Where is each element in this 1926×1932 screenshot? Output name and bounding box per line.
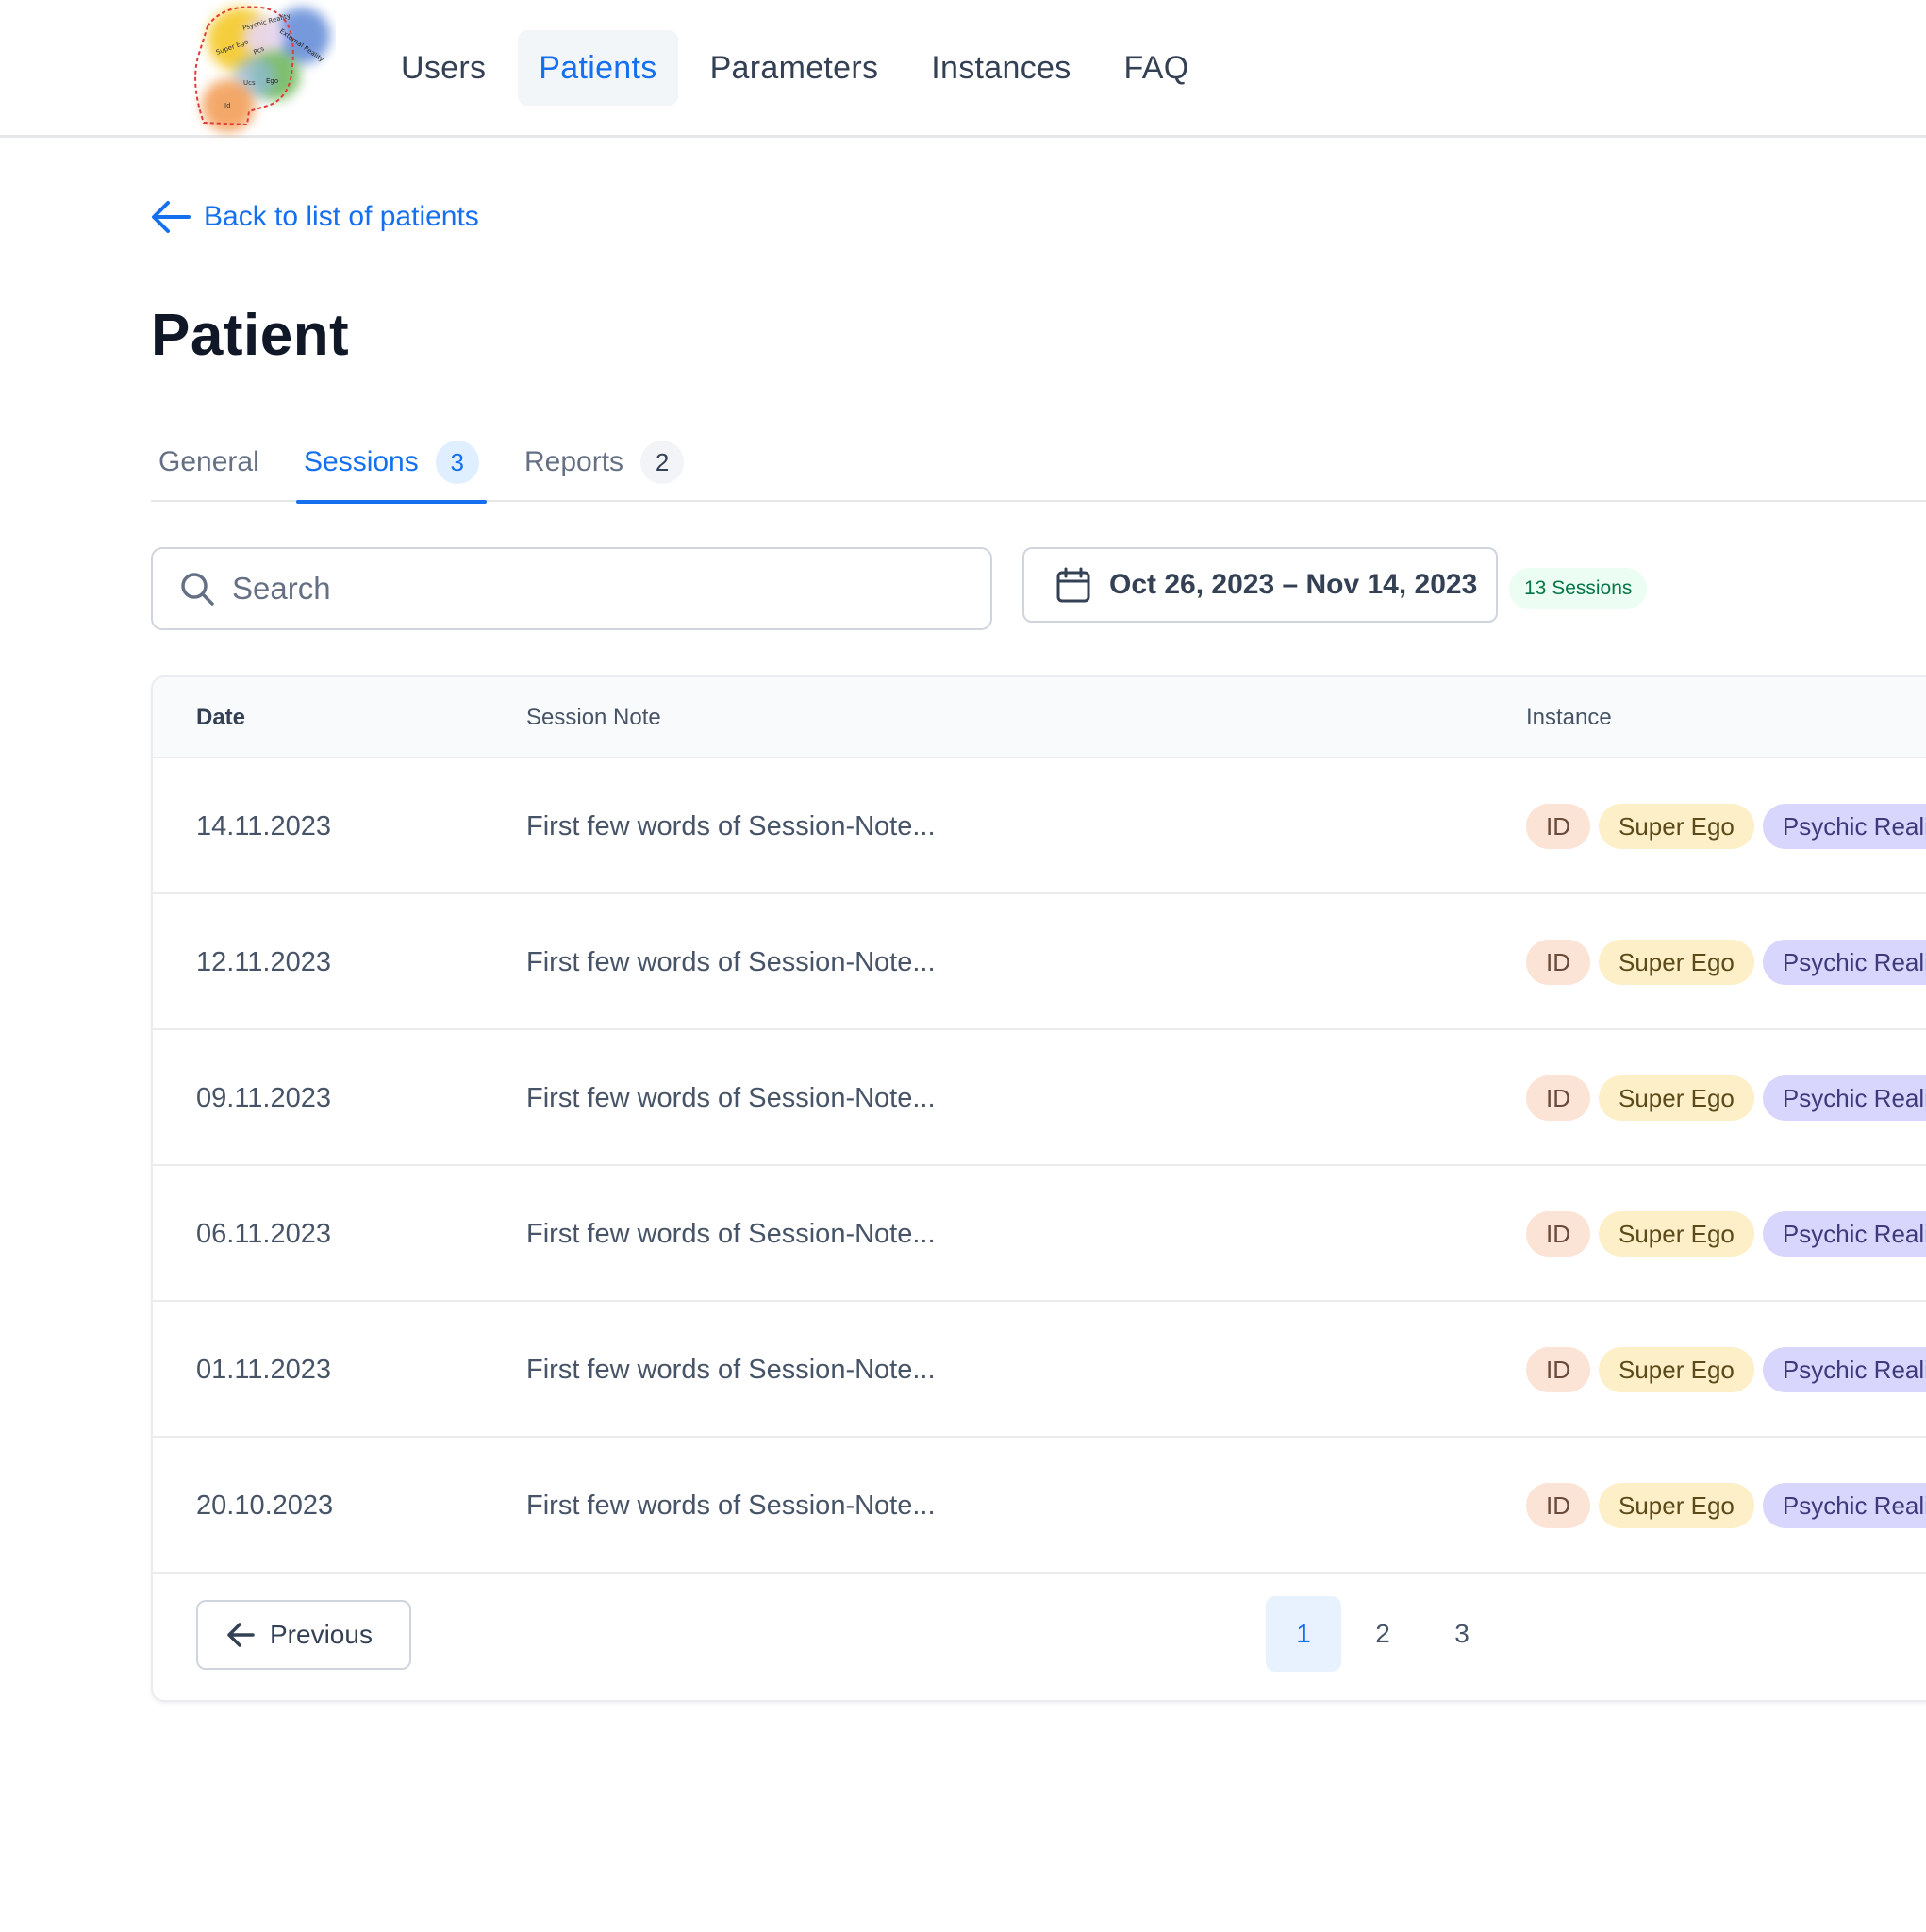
instance-tag-super-ego: Super Ego [1599,1347,1754,1392]
search-box[interactable] [151,547,992,630]
back-to-patients-link[interactable]: Back to list of patients [151,200,479,234]
session-date: 06.11.2023 [196,1218,331,1249]
tab-reports[interactable]: Reports 2 [524,423,685,502]
instance-tag-id: ID [1526,804,1590,849]
calendar-icon [1056,567,1090,603]
logo-label-ego: Ego [266,77,278,85]
page-button-1[interactable]: 1 [1266,1596,1341,1672]
table-row[interactable]: 09.11.2023 First few words of Session-Not… [153,1030,1926,1166]
search-icon [181,573,214,606]
session-date: 14.11.2023 [196,810,331,841]
nav-item-faq[interactable]: FAQ [1104,30,1210,106]
instance-tag-id: ID [1526,1347,1590,1392]
table-row[interactable]: 01.11.2023 First few words of Session-Not… [153,1302,1926,1438]
previous-page-button[interactable]: Previous [196,1600,411,1670]
tab-reports-count-badge: 2 [640,441,685,484]
page-button-2[interactable]: 2 [1345,1596,1420,1672]
instance-tag-super-ego: Super Ego [1599,1483,1754,1528]
nav-item-users[interactable]: Users [380,30,506,106]
instance-tag-psychic-reality: Psychic Reality [1762,1347,1926,1392]
instance-tag-psychic-reality: Psychic Reality [1762,940,1926,985]
tab-reports-label: Reports [524,446,624,477]
instance-tags: IDSuper EgoPsychic Reality [1526,758,1926,894]
session-note: First few words of Session-Note... [526,946,936,977]
logo-label-id: Id [224,102,231,109]
date-range-label: Oct 26, 2023 – Nov 14, 2023 [1109,569,1478,600]
column-header-instance: Instance [1526,705,1612,730]
session-note: First few words of Session-Note... [526,1082,936,1113]
tab-sessions[interactable]: Sessions 3 [296,423,487,504]
instance-tag-psychic-reality: Psychic Reality [1762,1075,1926,1121]
logo-label-ucs: Ucs [243,79,256,87]
session-date: 01.11.2023 [196,1354,331,1385]
search-input[interactable] [232,571,949,607]
pagination: 123 [1266,1596,1503,1672]
instance-tags: IDSuper EgoPsychic Reality [1526,1030,1926,1166]
patient-tabs: General Sessions 3 Reports 2 [151,423,1926,504]
column-header-session-note: Session Note [526,705,661,730]
session-note: First few words of Session-Note... [526,810,936,841]
session-date: 20.10.2023 [196,1490,334,1521]
table-row[interactable]: 14.11.2023 First few words of Session-Not… [153,758,1926,894]
nav-item-patients[interactable]: Patients [518,30,678,106]
table-row[interactable]: 20.10.2023 First few words of Session-Not… [153,1438,1926,1574]
tab-general-label: General [158,446,259,477]
app-logo[interactable]: Super Ego Psychic Reality External Reali… [185,0,336,138]
nav-item-instances[interactable]: Instances [910,30,1091,106]
instance-tag-super-ego: Super Ego [1599,1211,1754,1257]
instance-tags: IDSuper EgoPsychic Reality [1526,1166,1926,1302]
session-date: 12.11.2023 [196,946,331,977]
instance-tag-psychic-reality: Psychic Reality [1762,1211,1926,1257]
instance-tag-super-ego: Super Ego [1599,940,1754,985]
tab-general[interactable]: General [158,423,259,502]
table-header: Date Session Note Instance [153,677,1926,758]
instance-tag-id: ID [1526,1211,1590,1257]
column-header-date[interactable]: Date [196,677,245,758]
date-range-picker[interactable]: Oct 26, 2023 – Nov 14, 2023 [1022,547,1498,623]
arrow-left-icon [227,1623,255,1647]
sessions-table: Date Session Note Instance 14.11.2023 Fir… [151,675,1926,1702]
session-note: First few words of Session-Note... [526,1354,936,1385]
sessions-count-badge: 13 Sessions [1509,568,1648,609]
instance-tag-id: ID [1526,940,1590,985]
instance-tags: IDSuper EgoPsychic Reality [1526,1438,1926,1574]
previous-label: Previous [270,1620,373,1649]
table-row[interactable]: 12.11.2023 First few words of Session-Not… [153,894,1926,1030]
nav-item-parameters[interactable]: Parameters [689,30,900,106]
instance-tags: IDSuper EgoPsychic Reality [1526,1302,1926,1438]
main-nav: Users Patients Parameters Instances FAQ [380,30,1220,106]
arrow-left-icon [152,201,191,233]
instance-tag-psychic-reality: Psychic Reality [1762,1483,1926,1528]
instance-tag-psychic-reality: Psychic Reality [1762,804,1926,849]
page-title: Patient [151,303,350,368]
page-button-3[interactable]: 3 [1424,1596,1500,1672]
instance-tags: IDSuper EgoPsychic Reality [1526,894,1926,1030]
table-row[interactable]: 06.11.2023 First few words of Session-Not… [153,1166,1926,1302]
top-navigation-bar: Super Ego Psychic Reality External Reali… [0,0,1926,138]
session-note: First few words of Session-Note... [526,1490,936,1521]
tab-sessions-count-badge: 3 [435,441,479,484]
session-date: 09.11.2023 [196,1082,331,1113]
tab-sessions-label: Sessions [304,446,419,477]
instance-tag-super-ego: Super Ego [1599,804,1754,849]
instance-tag-id: ID [1526,1483,1590,1528]
instance-tag-id: ID [1526,1075,1590,1121]
session-note: First few words of Session-Note... [526,1218,936,1249]
back-link-label: Back to list of patients [204,201,479,232]
instance-tag-super-ego: Super Ego [1599,1075,1754,1121]
